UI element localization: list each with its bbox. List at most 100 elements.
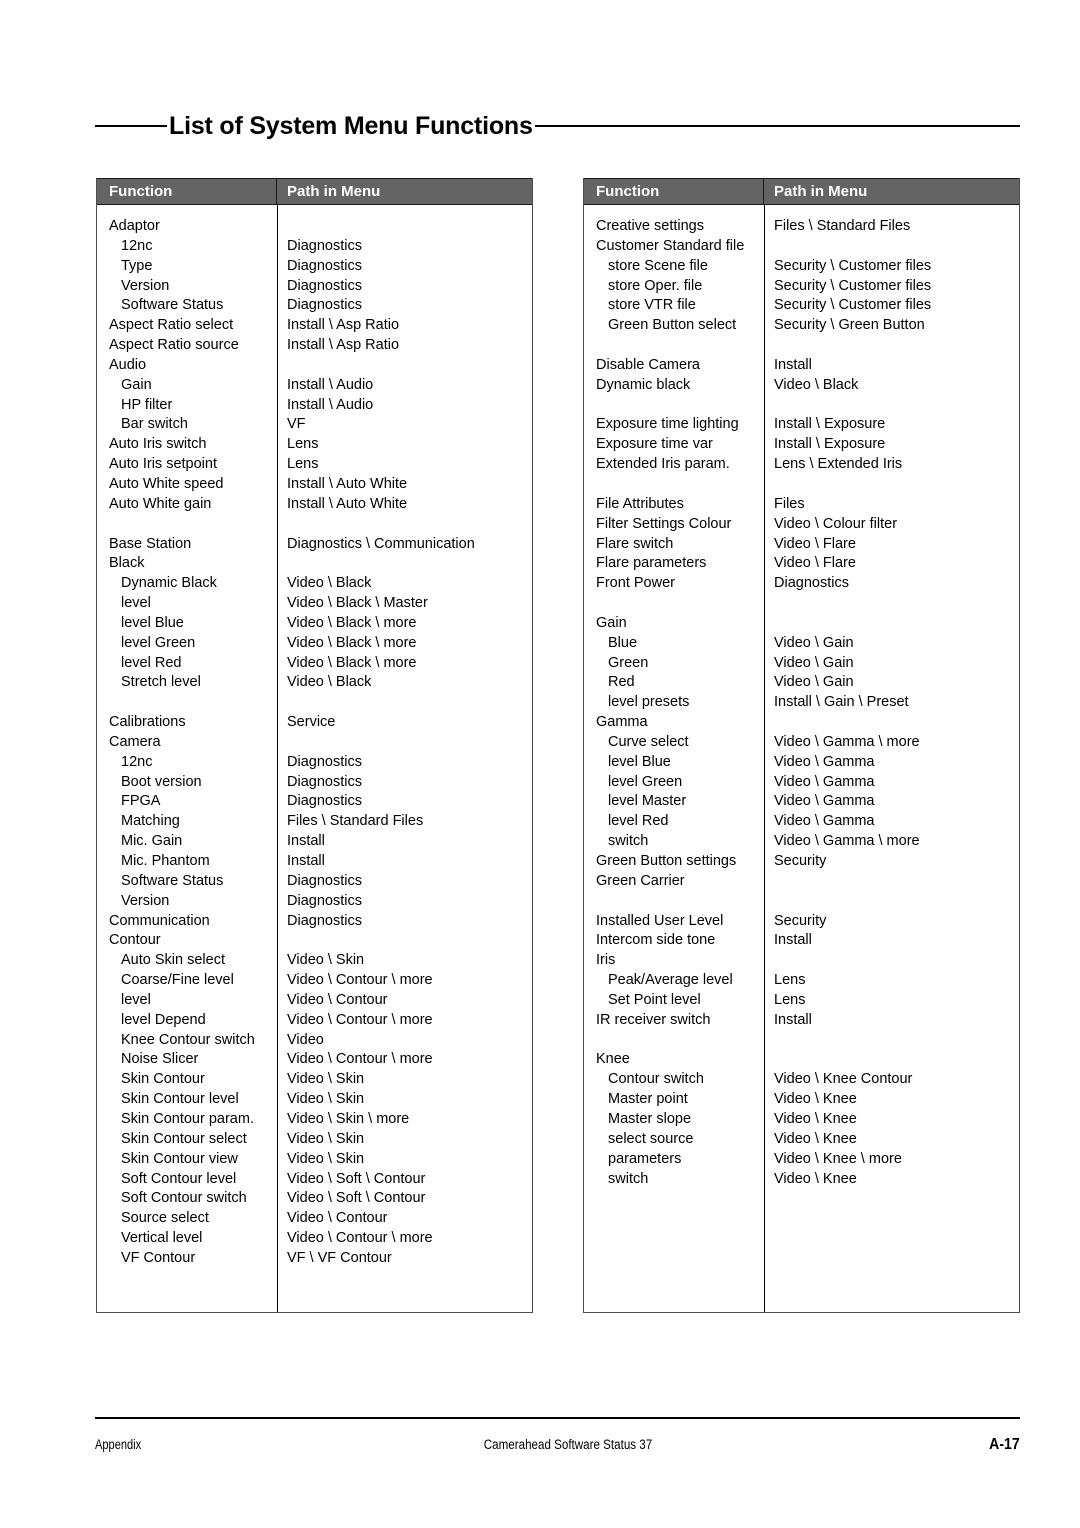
cell-path: Install <box>287 833 325 850</box>
cell-function: Auto Iris setpoint <box>109 456 217 473</box>
menu-tables-container: Function Path in Menu Adaptor 12nc Diagnos… <box>96 178 1020 1313</box>
cell-path: Install \ Asp Ratio <box>287 317 400 334</box>
cell-path: Video \ Gain <box>774 654 854 671</box>
table-row: level Video \ Contour <box>97 991 532 1011</box>
cell-path: Video \ Black \ more <box>287 634 417 651</box>
table-row: level Green Video \ Black \ more <box>97 634 532 654</box>
cell-path: Lens \ Extended Iris <box>774 456 903 473</box>
cell-path: Video \ Gamma <box>774 753 875 770</box>
cell-path: VF \ VF Contour <box>287 1249 392 1266</box>
cell-function: Skin Contour <box>121 1071 205 1088</box>
cell-function: Base Station <box>109 535 192 552</box>
cell-path: Video \ Contour <box>287 1210 388 1227</box>
cell-path: Video \ Contour \ more <box>287 1011 433 1028</box>
cell-function: Green Button settings <box>596 853 737 869</box>
table-row: switch Video \ Knee <box>584 1170 1019 1190</box>
cell-path: VF <box>287 416 306 433</box>
cell-path: Diagnostics <box>287 277 362 294</box>
cell-path <box>277 733 532 753</box>
table-row: level Master Video \ Gamma <box>584 792 1019 812</box>
cell-function: VF Contour <box>121 1249 196 1266</box>
cell-function: Mic. Gain <box>121 833 183 850</box>
cell-path: Lens <box>774 972 806 989</box>
cell-function: Bar switch <box>121 416 188 433</box>
cell-function: Disable Camera <box>596 356 700 373</box>
cell-path <box>764 614 1019 634</box>
cell-path: Video \ Soft \ Contour <box>287 1190 426 1207</box>
cell-function <box>97 693 277 713</box>
cell-function: Gain <box>596 614 627 631</box>
table-row: Coarse/Fine level Video \ Contour \ more <box>97 971 532 991</box>
table-row <box>584 396 1019 416</box>
cell-function: Master slope <box>608 1110 692 1127</box>
cell-path: Diagnostics <box>287 872 362 889</box>
cell-path: Install \ Audio <box>287 396 374 413</box>
cell-function: Black <box>109 555 145 572</box>
table-row: Version Diagnostics <box>97 277 532 297</box>
cell-function: Red <box>608 674 635 691</box>
table-row <box>97 693 532 713</box>
cell-path <box>764 951 1019 971</box>
cell-path: Video \ Contour <box>287 991 388 1008</box>
cell-path <box>277 515 532 535</box>
cell-function: Audio <box>109 356 147 373</box>
table-row: 12nc Diagnostics <box>97 237 532 257</box>
cell-path: Service <box>287 714 336 731</box>
cell-path: Video \ Contour \ more <box>287 1230 433 1247</box>
cell-function: Contour <box>109 932 161 949</box>
cell-function: Adaptor <box>109 218 160 234</box>
cell-path: Diagnostics <box>287 257 362 274</box>
cell-function: Coarse/Fine level <box>121 972 234 989</box>
cell-path <box>764 1031 1019 1051</box>
table-row: level presets Install \ Gain \ Preset <box>584 693 1019 713</box>
table-row: Vertical level Video \ Contour \ more <box>97 1229 532 1249</box>
cell-function: level Red <box>121 654 182 671</box>
table-row: Green Video \ Gain <box>584 654 1019 674</box>
cell-path: Video \ Flare <box>774 535 856 552</box>
cell-path <box>764 872 1019 892</box>
table-row: Green Button select Security \ Green Butt… <box>584 316 1019 336</box>
cell-function: Aspect Ratio source <box>109 337 239 354</box>
cell-function: FPGA <box>121 793 161 810</box>
page-title-block: List of System Menu Functions <box>95 108 1020 144</box>
cell-function: level Red <box>608 813 669 830</box>
table-row: Version Diagnostics <box>97 892 532 912</box>
table-row: switch Video \ Gamma \ more <box>584 832 1019 852</box>
footer-page-number: A-17 <box>989 1436 1020 1453</box>
column-header-path: Path in Menu <box>287 183 381 200</box>
cell-function: Set Point level <box>608 991 701 1008</box>
footer-section-label: Appendix <box>95 1437 142 1452</box>
cell-path <box>764 1050 1019 1070</box>
cell-function: level <box>121 595 151 612</box>
cell-function: Gain <box>121 376 152 393</box>
cell-function: Curve select <box>608 733 689 750</box>
cell-path: Video <box>287 1031 324 1048</box>
cell-path: Video \ Gamma \ more <box>774 833 920 850</box>
cell-function: Green Carrier <box>596 872 685 889</box>
cell-function: Intercom side tone <box>596 932 716 949</box>
cell-path: Diagnostics <box>287 297 362 314</box>
cell-function: Auto Skin select <box>121 952 225 969</box>
cell-path: Diagnostics <box>287 773 362 790</box>
cell-function: Noise Slicer <box>121 1051 199 1068</box>
cell-function: Communication <box>109 912 210 929</box>
cell-function: Skin Contour view <box>121 1150 238 1167</box>
cell-function: Soft Contour switch <box>121 1190 247 1207</box>
cell-path: Video \ Skin <box>287 1130 365 1147</box>
cell-path: Video \ Contour \ more <box>287 972 433 989</box>
cell-function: Iris <box>596 952 616 969</box>
table-row: Filter Settings Colour Video \ Colour fil… <box>584 515 1019 535</box>
table-row: Bar switch VF <box>97 415 532 435</box>
cell-path: Diagnostics <box>287 793 362 810</box>
table-row: Camera <box>97 733 532 753</box>
cell-path: Files <box>774 495 805 512</box>
cell-path: Lens <box>774 991 806 1008</box>
cell-path <box>764 713 1019 733</box>
table-row: Exposure time lighting Install \ Exposure <box>584 415 1019 435</box>
table-row: Exposure time var Install \ Exposure <box>584 435 1019 455</box>
table-row: Stretch level Video \ Black <box>97 673 532 693</box>
cell-path: Security <box>774 912 827 929</box>
cell-function: Exposure time var <box>596 436 713 453</box>
table-row: Aspect Ratio source Install \ Asp Ratio <box>97 336 532 356</box>
cell-path <box>277 693 532 713</box>
